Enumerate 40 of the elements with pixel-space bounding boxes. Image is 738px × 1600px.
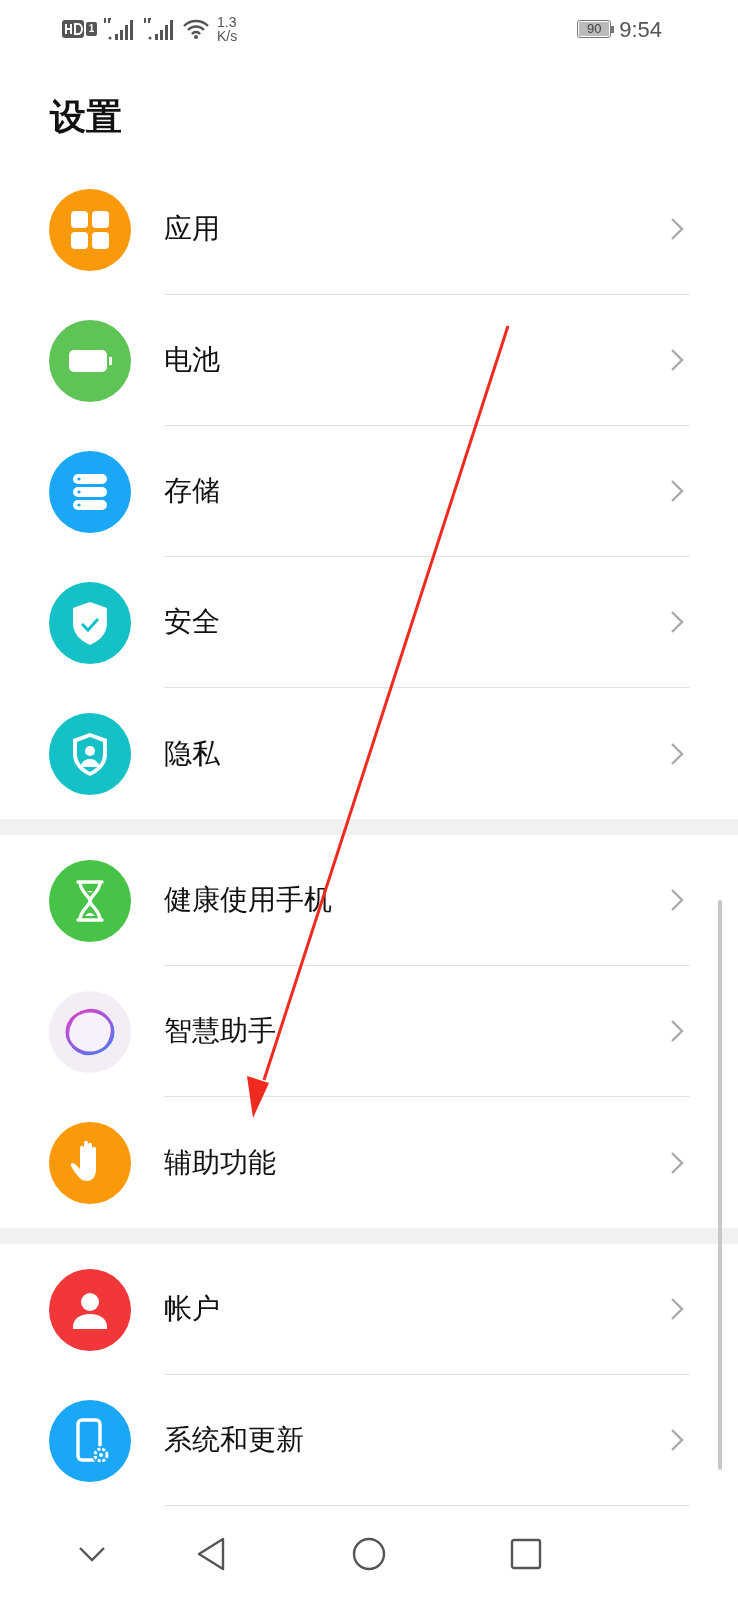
back-icon[interactable]: [196, 1536, 226, 1571]
row-label: 安全: [164, 605, 221, 639]
wifi-icon: [183, 19, 209, 39]
chevron-right-icon: [670, 1150, 684, 1175]
settings-row[interactable]: 系统和更新: [0, 1375, 738, 1506]
chevron-right-icon: [670, 610, 684, 634]
settings-row[interactable]: 存储: [0, 426, 738, 557]
settings-row[interactable]: 应用: [0, 164, 738, 295]
chevron-right-icon: [670, 217, 684, 241]
settings-row[interactable]: 电池: [0, 295, 738, 426]
settings-row[interactable]: 智慧助手: [0, 966, 738, 1097]
row-label: 应用: [164, 212, 221, 246]
settings-row[interactable]: 辅助功能: [0, 1097, 738, 1228]
recents-icon[interactable]: [510, 1537, 542, 1570]
chevron-down-icon[interactable]: [78, 1545, 106, 1562]
speed-value: 1.3: [217, 15, 238, 29]
chevron-right-icon: [670, 348, 684, 372]
home-icon[interactable]: [352, 1536, 386, 1571]
settings-row[interactable]: 隐私: [0, 688, 738, 819]
settings-row[interactable]: 安全: [0, 557, 738, 688]
row-label: 系统和更新: [164, 1423, 305, 1457]
row-label: 隐私: [164, 736, 221, 771]
row-label: 电池: [164, 343, 221, 377]
clock-time: 9:54: [619, 15, 662, 44]
sim-badge: 1: [86, 22, 97, 36]
chevron-right-icon: [670, 1428, 684, 1452]
chevron-right-icon: [670, 479, 684, 503]
hd-badge-icon: [62, 20, 84, 38]
row-label: 智慧助手: [164, 1014, 277, 1048]
speed-unit: K/s: [217, 29, 238, 43]
row-label: 辅助功能: [164, 1145, 277, 1180]
chevron-right-icon: [670, 1019, 684, 1043]
row-label: 存储: [164, 474, 221, 508]
page-title: 设置: [48, 95, 123, 139]
settings-row[interactable]: 帐户: [0, 1244, 738, 1375]
battery-indicator: 90: [577, 20, 615, 38]
chevron-right-icon: [670, 1297, 684, 1321]
chevron-right-icon: [670, 741, 684, 766]
chevron-right-icon: [670, 888, 684, 912]
row-label: 帐户: [164, 1292, 221, 1326]
